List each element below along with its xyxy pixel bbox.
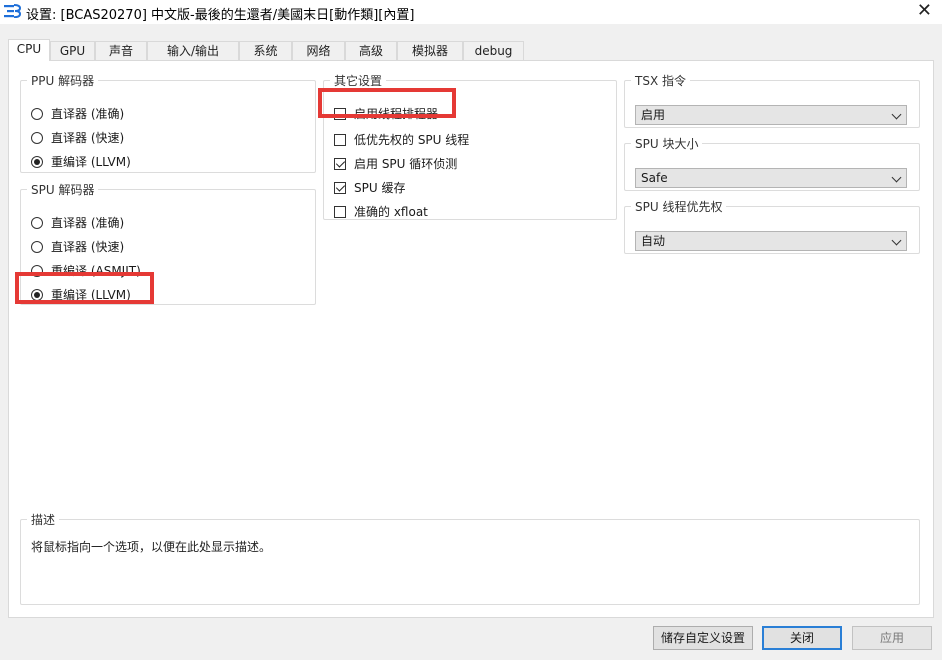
option-label: 直译器 (快速) — [51, 238, 124, 256]
radio-button-selected[interactable] — [31, 289, 43, 301]
chevron-down-icon — [892, 173, 902, 183]
other-settings-group: 其它设置 启用线程排程器 低优先权的 SPU 线程 启用 SPU 循环侦测 SP… — [323, 72, 617, 220]
option-label: 重编译 (ASMJIT) — [51, 262, 141, 280]
radio-button[interactable] — [31, 132, 43, 144]
chevron-down-icon — [892, 110, 902, 120]
description-text: 将鼠标指向一个选项，以便在此处显示描述。 — [31, 538, 271, 555]
apply-button[interactable]: 应用 — [852, 626, 932, 650]
spu-block-size-dropdown[interactable]: Safe — [635, 168, 907, 188]
option-label: 低优先权的 SPU 线程 — [354, 131, 469, 149]
option-label: 直译器 (准确) — [51, 214, 124, 232]
tab-audio[interactable]: 声音 — [95, 41, 147, 60]
dropdown-value: 自动 — [641, 232, 665, 250]
checkbox-checked[interactable] — [334, 182, 346, 194]
spu-decoder-title: SPU 解码器 — [27, 181, 98, 198]
tab-debug[interactable]: debug — [463, 41, 524, 60]
option-label: 启用线程排程器 — [354, 105, 438, 123]
description-group: 描述 将鼠标指向一个选项，以便在此处显示描述。 — [20, 511, 920, 605]
tab-gpu[interactable]: GPU — [50, 41, 95, 60]
tab-cpu[interactable]: CPU — [8, 39, 50, 61]
option-label: 直译器 (准确) — [51, 105, 124, 123]
tsx-title: TSX 指令 — [631, 72, 690, 89]
other-settings-title: 其它设置 — [330, 72, 386, 89]
tab-system[interactable]: 系统 — [239, 41, 292, 60]
window-title: 设置: [BCAS20270] 中文版-最後的生還者/美國末日[動作類][內置] — [26, 4, 414, 23]
spu-thread-priority-dropdown[interactable]: 自动 — [635, 231, 907, 251]
checkbox[interactable] — [334, 206, 346, 218]
ppu-decoder-group: PPU 解码器 直译器 (准确) 直译器 (快速) 重编译 (LLVM) — [20, 72, 316, 173]
checkbox-checked[interactable] — [334, 158, 346, 170]
description-title: 描述 — [27, 511, 59, 528]
cpu-settings-panel: PPU 解码器 直译器 (准确) 直译器 (快速) 重编译 (LLVM) SPU… — [8, 60, 934, 618]
spu-thread-priority-group: SPU 线程优先权 自动 — [624, 198, 920, 254]
radio-button[interactable] — [31, 217, 43, 229]
spu-decoder-group: SPU 解码器 直译器 (准确) 直译器 (快速) 重编译 (ASMJIT) 重… — [20, 181, 316, 305]
tab-io[interactable]: 输入/输出 — [147, 41, 239, 60]
radio-button[interactable] — [31, 241, 43, 253]
spu-block-size-group: SPU 块大小 Safe — [624, 135, 920, 191]
radio-button[interactable] — [31, 108, 43, 120]
checkbox[interactable] — [334, 108, 346, 120]
tab-advanced[interactable]: 高级 — [345, 41, 397, 60]
dropdown-value: Safe — [641, 169, 668, 187]
radio-button[interactable] — [31, 265, 43, 277]
title-bar: 设置: [BCAS20270] 中文版-最後的生還者/美國末日[動作類][內置]… — [0, 0, 942, 24]
close-window-icon[interactable]: ✕ — [917, 1, 932, 21]
option-label: 直译器 (快速) — [51, 129, 124, 147]
tsx-dropdown[interactable]: 启用 — [635, 105, 907, 125]
option-label: 启用 SPU 循环侦测 — [354, 155, 457, 173]
radio-button-selected[interactable] — [31, 156, 43, 168]
rpcs3-logo-icon — [4, 4, 21, 18]
tab-network[interactable]: 网络 — [292, 41, 345, 60]
option-label: 重编译 (LLVM) — [51, 286, 131, 304]
option-label: 重编译 (LLVM) — [51, 153, 131, 171]
save-custom-settings-button[interactable]: 储存自定义设置 — [653, 626, 753, 650]
ppu-decoder-title: PPU 解码器 — [27, 72, 98, 89]
checkbox[interactable] — [334, 134, 346, 146]
option-label: 准确的 xfloat — [354, 203, 428, 221]
chevron-down-icon — [892, 236, 902, 246]
tab-emulator[interactable]: 模拟器 — [397, 41, 463, 60]
spu-block-size-title: SPU 块大小 — [631, 135, 702, 152]
close-button[interactable]: 关闭 — [762, 626, 842, 650]
dropdown-value: 启用 — [641, 106, 665, 124]
spu-thread-priority-title: SPU 线程优先权 — [631, 198, 726, 215]
tsx-group: TSX 指令 启用 — [624, 72, 920, 128]
option-label: SPU 缓存 — [354, 179, 405, 197]
